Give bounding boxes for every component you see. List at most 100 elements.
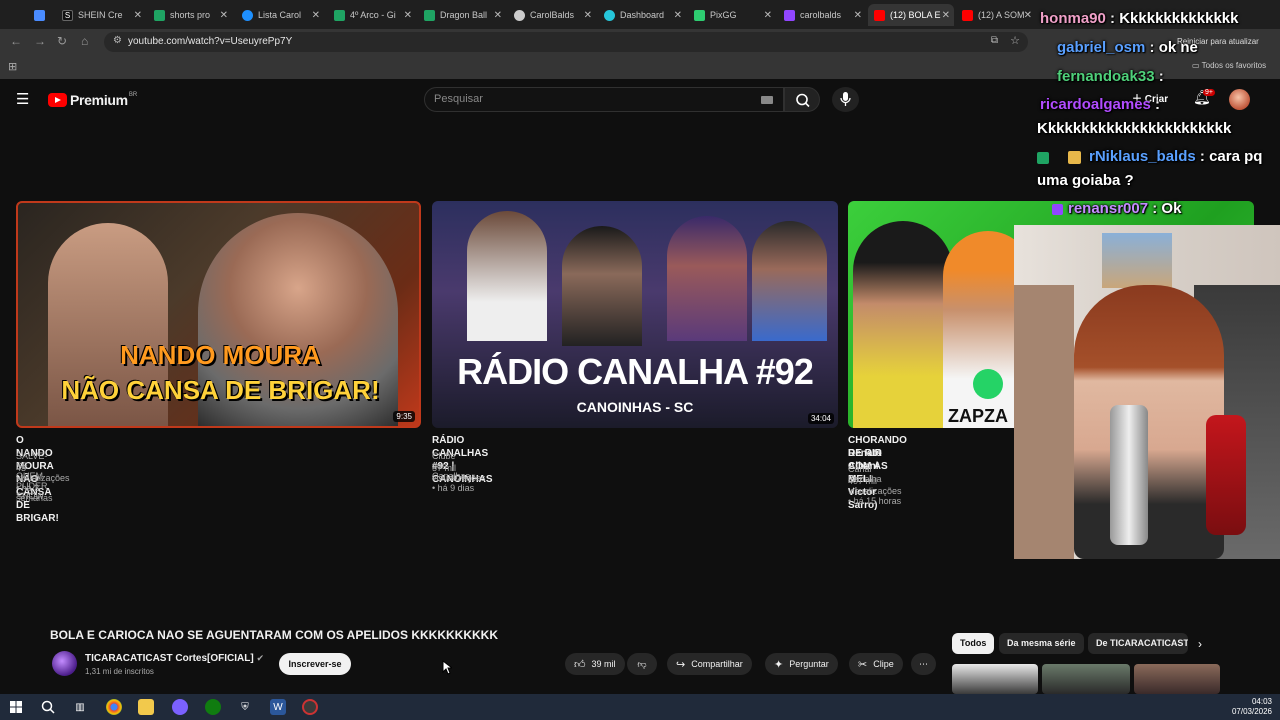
shield-icon[interactable]: ⛨ bbox=[237, 699, 253, 715]
bookmark-star-icon[interactable]: ☆ bbox=[1010, 34, 1020, 47]
subscribe-button[interactable]: Inscrever-se bbox=[279, 653, 351, 675]
ask-button[interactable]: ✦ Perguntar bbox=[765, 653, 838, 675]
chip-all[interactable]: Todos bbox=[952, 633, 995, 654]
address-bar[interactable]: ⚙ youtube.com/watch?v=UseuyrePp7Y ⧉ ☆ bbox=[104, 32, 1028, 52]
like-count: 39 mil bbox=[591, 659, 616, 669]
verified-icon: ✔ bbox=[256, 653, 265, 663]
tab-label: Lista Carol bbox=[258, 10, 302, 20]
tab-dragon-ball[interactable]: Dragon Ball ✕ bbox=[418, 4, 506, 26]
youtube-play-icon bbox=[48, 93, 67, 107]
chevron-right-icon[interactable]: › bbox=[1198, 637, 1202, 651]
chip-from-channel[interactable]: De TICARACATICAST bbox=[1088, 633, 1188, 654]
video-thumbnail[interactable]: NANDO MOURA NÃO CANSA DE BRIGAR! 9:35 bbox=[16, 201, 421, 428]
like-button[interactable]: 👍︎ 39 mil bbox=[565, 653, 625, 675]
drive-icon bbox=[424, 9, 435, 21]
chrome-icon[interactable] bbox=[106, 699, 122, 715]
video-thumbnail[interactable]: RÁDIO CANALHA #92 CANOINHAS - SC 34:04 bbox=[432, 201, 838, 428]
door bbox=[1014, 285, 1074, 559]
reload-icon[interactable]: ↻ bbox=[57, 34, 67, 48]
search-button[interactable] bbox=[784, 87, 820, 112]
channel-name: TICARACATICAST Cortes[OFICIAL] bbox=[85, 653, 254, 664]
close-tab-icon[interactable]: ✕ bbox=[312, 10, 320, 21]
related-thumbnail-1[interactable] bbox=[952, 664, 1038, 694]
tab-pinned[interactable] bbox=[28, 4, 54, 26]
apps-icon[interactable]: ⊞ bbox=[8, 60, 17, 73]
more-icon: ⋯ bbox=[919, 658, 928, 669]
search-icon[interactable] bbox=[40, 699, 56, 715]
back-icon[interactable]: ← bbox=[10, 34, 22, 48]
xbox-icon[interactable] bbox=[205, 699, 221, 715]
youtube-logo[interactable]: Premium BR bbox=[48, 92, 137, 108]
chat-message-continued: Kkkkkkkkkkkkkkkkkkkkkkk bbox=[1037, 120, 1231, 137]
windows-start-icon[interactable] bbox=[8, 699, 24, 715]
dashboard-icon bbox=[604, 9, 615, 21]
related-thumbnail-3[interactable] bbox=[1134, 664, 1220, 694]
dislike-button[interactable]: 👎︎ bbox=[627, 653, 657, 675]
more-actions-button[interactable]: ⋯ bbox=[911, 653, 936, 675]
close-tab-icon[interactable]: ✕ bbox=[854, 10, 862, 21]
close-tab-icon[interactable]: ✕ bbox=[404, 10, 412, 21]
tab-carolbalds[interactable]: CarolBalds ✕ bbox=[508, 4, 596, 26]
install-icon[interactable]: ⧉ bbox=[991, 35, 998, 46]
person-2 bbox=[562, 226, 642, 346]
tab-shein[interactable]: S SHEIN Cre ✕ bbox=[56, 4, 146, 26]
close-tab-icon[interactable]: ✕ bbox=[220, 10, 228, 21]
tab-pixgg[interactable]: PixGG ✕ bbox=[688, 4, 776, 26]
chat-message: ricardoalgames : bbox=[1040, 96, 1161, 113]
tab-label: 4º Arco - Gi bbox=[350, 10, 396, 20]
close-tab-icon[interactable]: ✕ bbox=[764, 10, 772, 21]
tab-label: carolbalds bbox=[800, 10, 842, 20]
clock-date: 07/03/2026 bbox=[1231, 707, 1272, 716]
tab-arco[interactable]: 4º Arco - Gi ✕ bbox=[328, 4, 416, 26]
tab-youtube-2[interactable]: (12) A SOM ✕ bbox=[956, 4, 1036, 26]
tab-label: (12) A SOM bbox=[978, 10, 1025, 20]
clip-button[interactable]: ✂ Clipe bbox=[849, 653, 903, 675]
chat-username: honma90 bbox=[1040, 10, 1106, 27]
sparkle-icon: ✦ bbox=[774, 658, 784, 671]
water-bottle bbox=[1110, 405, 1148, 545]
chat-username: gabriel_osm bbox=[1057, 39, 1146, 56]
menu-icon[interactable]: ☰ bbox=[16, 90, 29, 108]
file-explorer-icon[interactable] bbox=[138, 699, 154, 715]
voice-search-button[interactable] bbox=[832, 87, 859, 112]
channel-name-row[interactable]: TICARACATICAST Cortes[OFICIAL] ✔ bbox=[85, 653, 264, 664]
tab-lista[interactable]: Lista Carol ✕ bbox=[236, 4, 324, 26]
channel-avatar[interactable] bbox=[52, 651, 77, 676]
chip-same-series[interactable]: Da mesma série bbox=[999, 633, 1084, 654]
drive-icon bbox=[334, 9, 345, 21]
task-view-icon[interactable]: ▥ bbox=[72, 699, 88, 715]
obs-icon[interactable] bbox=[302, 699, 318, 715]
related-thumbnail-2[interactable] bbox=[1042, 664, 1130, 694]
tab-twitch[interactable]: carolbalds ✕ bbox=[778, 4, 866, 26]
site-info-icon[interactable]: ⚙ bbox=[113, 35, 122, 46]
close-tab-icon[interactable]: ✕ bbox=[674, 10, 682, 21]
close-tab-icon[interactable]: ✕ bbox=[942, 10, 950, 21]
close-tab-icon[interactable]: ✕ bbox=[1024, 10, 1032, 21]
tab-label: Dragon Ball bbox=[440, 10, 488, 20]
share-button[interactable]: ↪ Compartilhar bbox=[667, 653, 752, 675]
avatar[interactable] bbox=[1229, 89, 1250, 110]
tab-label: Dashboard bbox=[620, 10, 665, 20]
close-tab-icon[interactable]: ✕ bbox=[584, 10, 592, 21]
tab-shorts[interactable]: shorts pro ✕ bbox=[148, 4, 232, 26]
keyboard-icon[interactable] bbox=[761, 96, 773, 104]
forward-icon[interactable]: → bbox=[34, 34, 46, 48]
discord-icon[interactable] bbox=[172, 699, 188, 715]
search-input[interactable]: Pesquisar bbox=[424, 87, 784, 112]
close-tab-icon[interactable]: ✕ bbox=[494, 10, 502, 21]
duration-badge: 34:04 bbox=[807, 413, 834, 424]
drive-icon bbox=[154, 9, 165, 21]
wall-poster bbox=[1102, 233, 1172, 288]
tab-label: shorts pro bbox=[170, 10, 211, 20]
tab-dashboard[interactable]: Dashboard ✕ bbox=[598, 4, 686, 26]
subscriber-count: 1,31 mi de inscritos bbox=[85, 667, 154, 676]
word-icon[interactable]: W bbox=[270, 699, 286, 715]
all-bookmarks[interactable]: ▭ Todos os favoritos bbox=[1192, 61, 1266, 70]
system-clock[interactable]: 04:03 07/03/2026 bbox=[1232, 697, 1272, 717]
chat-message-continued: uma goiaba ? bbox=[1037, 172, 1134, 189]
chat-text: uma goiaba ? bbox=[1037, 172, 1134, 189]
close-tab-icon[interactable]: ✕ bbox=[134, 10, 142, 21]
home-icon[interactable]: ⌂ bbox=[81, 34, 88, 48]
tab-youtube-active[interactable]: (12) BOLA E ✕ bbox=[868, 4, 954, 26]
globe-icon bbox=[514, 9, 525, 21]
